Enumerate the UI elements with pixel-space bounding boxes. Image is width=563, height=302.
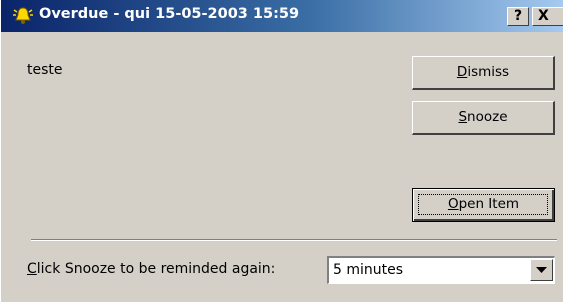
snooze-prompt-text: lick Snooze to be reminded again: (36, 261, 276, 277)
reminder-window: Overdue - qui 15-05-2003 15:59 ? X teste… (0, 0, 563, 302)
snooze-interval-value: 5 minutes (333, 262, 404, 278)
separator (31, 239, 557, 241)
reminder-subject: teste (27, 62, 63, 78)
dismiss-accel: D (456, 64, 468, 80)
dismiss-label: ismiss (467, 64, 510, 80)
snooze-prompt-accel: C (27, 261, 37, 277)
dropdown-button[interactable] (530, 259, 553, 281)
close-button[interactable]: X (532, 7, 563, 26)
chevron-down-icon (536, 267, 547, 273)
help-button[interactable]: ? (507, 7, 529, 26)
open-item-label: pen Item (458, 196, 520, 212)
title-bar[interactable]: Overdue - qui 15-05-2003 15:59 ? X (1, 0, 563, 32)
open-item-accel: O (447, 196, 459, 212)
dismiss-button[interactable]: Dismiss (412, 56, 555, 90)
open-item-button[interactable]: Open Item (412, 188, 555, 222)
snooze-button[interactable]: Snooze (412, 101, 555, 135)
snooze-prompt: Click Snooze to be reminded again: (27, 261, 275, 277)
window-title: Overdue - qui 15-05-2003 15:59 (39, 6, 300, 22)
snooze-accel: S (458, 109, 468, 125)
bell-icon (12, 6, 34, 26)
snooze-label: nooze (467, 109, 508, 125)
snooze-interval-select[interactable]: 5 minutes (327, 256, 555, 284)
